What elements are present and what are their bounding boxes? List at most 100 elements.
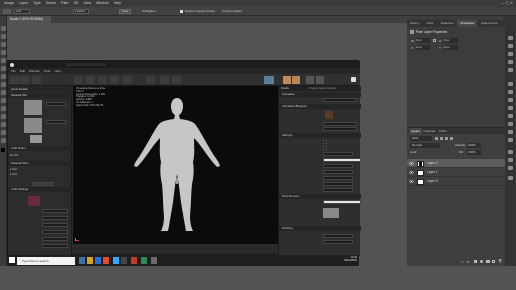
delete-cropped-checkbox[interactable] [180, 10, 183, 13]
close-icon[interactable] [351, 77, 356, 82]
filter-pixel-icon[interactable] [435, 137, 438, 140]
property-field[interactable] [323, 182, 353, 186]
document-tab[interactable]: Scale 1 50% RGB/8#) [7, 16, 51, 23]
swatches-icon[interactable] [508, 52, 513, 56]
lod-icon[interactable] [98, 76, 107, 84]
filter-type-icon[interactable] [445, 137, 448, 140]
slider-field[interactable] [323, 200, 361, 204]
fill-field[interactable]: 100% [467, 150, 481, 155]
tab-preview-scene[interactable]: Preview Scene Settings [309, 86, 336, 91]
property-field[interactable] [323, 234, 353, 238]
layer-filter-dropdown[interactable]: Kind [410, 136, 432, 141]
layers-icon[interactable] [508, 150, 513, 154]
tab-layers[interactable]: Layers [409, 128, 423, 134]
layer-row[interactable]: Layer 2 [407, 159, 505, 168]
animation-icon[interactable] [160, 76, 169, 84]
reimport-icon[interactable] [32, 76, 41, 84]
checkbox[interactable] [323, 140, 327, 144]
move-tool-icon[interactable] [1, 26, 6, 31]
menu-item-3d[interactable]: 3D [74, 0, 79, 7]
straighten-label[interactable]: Straighten [142, 9, 156, 14]
width-field[interactable]: Feather [73, 9, 89, 14]
tab-paths[interactable]: Paths [439, 128, 447, 134]
visibility-eye-icon[interactable] [409, 170, 414, 175]
x-field[interactable]: 0 px [416, 45, 430, 50]
tab-history[interactable]: History [407, 20, 422, 27]
mesh-mode-button[interactable] [283, 76, 291, 84]
file-explorer-icon[interactable] [87, 257, 93, 264]
visibility-eye-icon[interactable] [409, 161, 414, 166]
uv-icon[interactable] [86, 76, 95, 84]
history-icon[interactable] [508, 36, 513, 40]
healing-tool-icon[interactable] [1, 74, 6, 79]
section-lod-settings[interactable]: LOD Settings [8, 187, 72, 192]
adjustment-layer-icon[interactable] [480, 260, 483, 263]
taskbar-search-input[interactable]: Type here to search [17, 256, 75, 265]
layer-row[interactable]: Layer 1 [407, 168, 505, 177]
browse-icon[interactable] [20, 76, 29, 84]
info-icon[interactable] [508, 122, 513, 126]
new-layer-icon[interactable] [492, 260, 495, 263]
property-field[interactable] [323, 188, 353, 192]
section-settings[interactable]: Settings [279, 133, 361, 138]
fx-icon[interactable]: fx [467, 260, 470, 264]
hand-tool-icon[interactable] [1, 130, 6, 135]
app-icon[interactable] [151, 257, 157, 264]
taskbar-clock[interactable]: 14:32 02/04/2020 [337, 256, 357, 263]
property-field[interactable] [42, 244, 68, 248]
character-icon[interactable] [146, 76, 155, 84]
trash-icon[interactable]: 🗑 [498, 259, 502, 263]
physics-icon[interactable] [172, 76, 181, 84]
foreground-color-swatch[interactable] [1, 148, 5, 152]
stamp-tool-icon[interactable] [1, 90, 6, 95]
ue-viewport[interactable]: Previewing Reference Pose LOD: 0 Current… [73, 86, 278, 244]
link-icon[interactable] [433, 39, 436, 42]
clear-button[interactable]: Clear [119, 9, 131, 14]
pen-tool-icon[interactable] [1, 114, 6, 119]
brush-tool-icon[interactable] [1, 82, 6, 87]
zoom-tool-icon[interactable] [1, 138, 6, 143]
ratio-dropdown[interactable]: Anti [14, 9, 30, 14]
material-preview-thumbnail[interactable] [28, 196, 40, 206]
preview-controller-dropdown[interactable] [323, 98, 357, 102]
menu-item-filter[interactable]: Filter [61, 0, 69, 7]
app-icon[interactable] [131, 257, 137, 264]
add-slot-button[interactable] [32, 182, 54, 186]
property-field[interactable] [42, 230, 68, 234]
crop-tool-icon[interactable] [1, 58, 6, 63]
property-field[interactable] [323, 152, 353, 156]
task-view-icon[interactable] [79, 257, 85, 264]
layer-name[interactable]: Layer 0 [427, 177, 438, 186]
add-mask-icon[interactable] [474, 260, 477, 263]
layer-name[interactable]: Layer 1 [427, 168, 438, 177]
skeleton-mode-button[interactable] [264, 76, 274, 84]
color-icon[interactable] [508, 44, 513, 48]
edge-icon[interactable] [95, 257, 101, 264]
channels-icon[interactable] [508, 158, 513, 162]
menu-item-type[interactable]: Type [33, 0, 41, 7]
filter-adjustment-icon[interactable] [440, 137, 443, 140]
property-field[interactable] [42, 237, 68, 241]
styles-icon[interactable] [508, 98, 513, 102]
adjustments-icon[interactable] [508, 90, 513, 94]
material-dropdown[interactable] [46, 120, 66, 124]
eyedropper-tool-icon[interactable] [1, 66, 6, 71]
w-field[interactable]: 0 px [416, 38, 430, 43]
unreal-icon[interactable] [121, 257, 127, 264]
material-thumbnail[interactable] [24, 118, 42, 133]
material-thumbnail[interactable] [30, 135, 42, 143]
property-field[interactable] [323, 127, 357, 131]
menu-item-image[interactable]: Image [4, 0, 14, 7]
navigator-icon[interactable] [508, 130, 513, 134]
physics-mode-button[interactable] [316, 76, 324, 84]
tab-swatches[interactable]: Swatches [437, 20, 456, 27]
section-material-slots[interactable]: Material Slots [8, 161, 72, 166]
tab-properties[interactable]: Properties [457, 20, 478, 27]
actions-icon[interactable] [508, 138, 513, 142]
tab-details[interactable]: Details [281, 86, 289, 91]
paragraph-icon[interactable] [508, 82, 513, 86]
y-field[interactable]: 0 px [444, 45, 458, 50]
property-field[interactable] [323, 122, 357, 126]
animation-mode-button[interactable] [292, 76, 300, 84]
material-thumbnail[interactable] [24, 100, 42, 115]
